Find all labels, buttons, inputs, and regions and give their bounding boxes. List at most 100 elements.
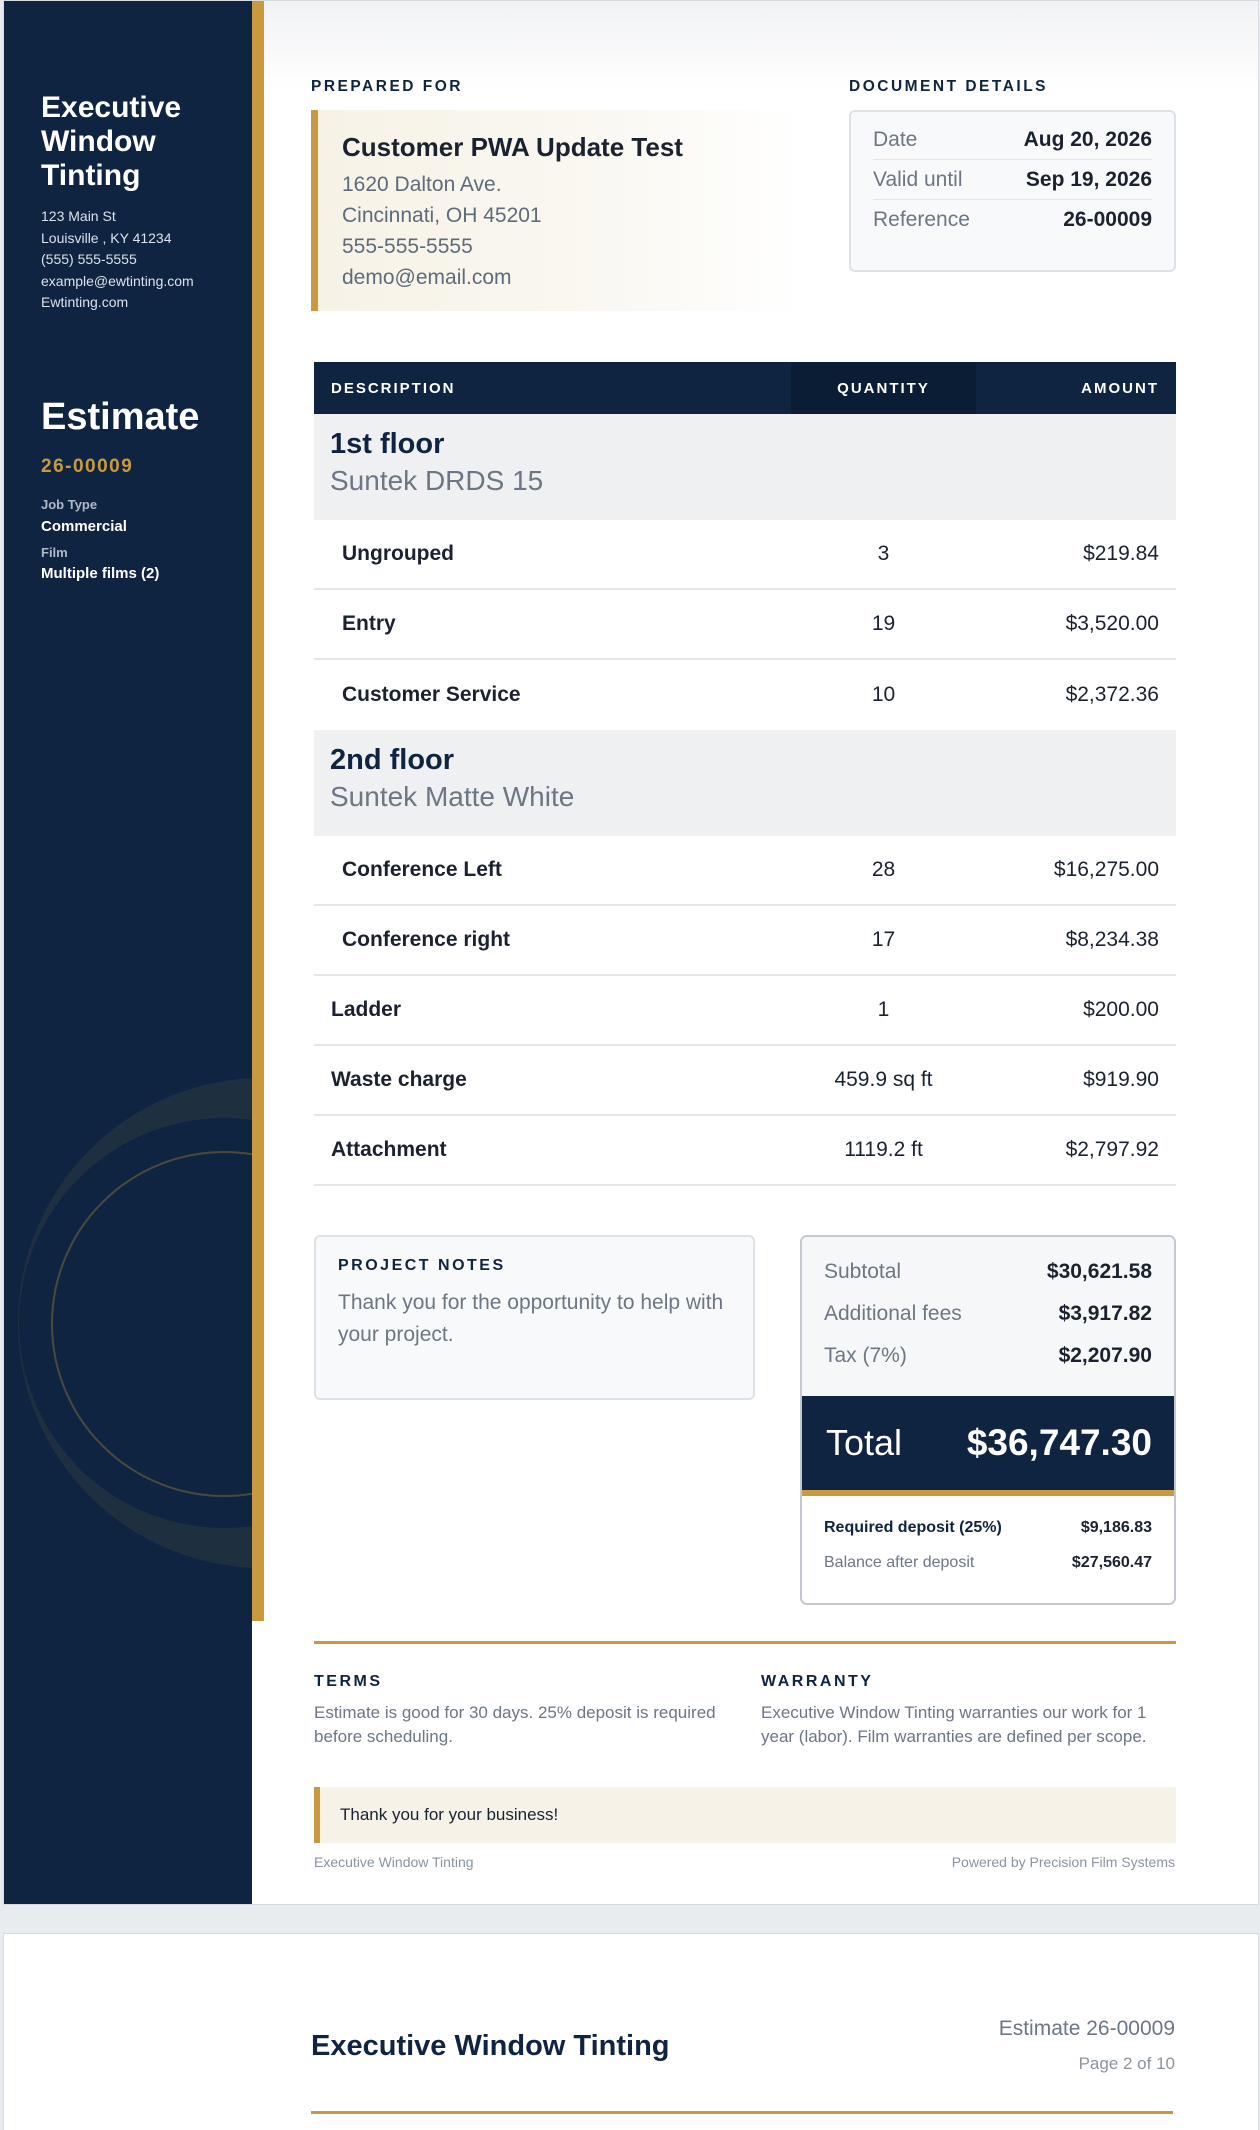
document-type: Estimate	[41, 396, 200, 438]
table-row: Customer Service 10 $2,372.36	[314, 660, 1176, 730]
item-quantity: 1	[877, 998, 890, 1021]
item-amount: $3,520.00	[1065, 612, 1159, 635]
fees-label: Additional fees	[824, 1302, 962, 1325]
group-title: 1st floor	[330, 428, 445, 460]
item-description: Ungrouped	[342, 542, 454, 565]
table-row: Conference Left 28 $16,275.00	[314, 836, 1176, 906]
subtotal-value: $30,621.58	[1046, 1260, 1152, 1283]
film-label: Film	[41, 545, 68, 560]
estimate-page-1: Executive Window Tinting 123 Main St Lou…	[3, 0, 1259, 1905]
group-row-1st-floor: 1st floor Suntek DRDS 15	[314, 414, 1176, 520]
terms-divider	[314, 1641, 1176, 1644]
company-email: example@ewtinting.com	[41, 272, 194, 289]
line-items-table: DESCRIPTION QUANTITY AMOUNT 1st floor Su…	[314, 362, 1176, 1186]
page2-company-title: Executive Window Tinting	[311, 2030, 670, 2062]
item-amount: $200.00	[1083, 998, 1159, 1021]
item-amount: $16,275.00	[1053, 858, 1159, 881]
company-name: Executive Window Tinting	[41, 91, 182, 192]
footer-powered-by: Powered by Precision Film Systems	[951, 1854, 1175, 1870]
item-amount: $8,234.38	[1065, 928, 1159, 951]
sidebar-accent-bar	[252, 1, 264, 1621]
detail-row-valid-until: Valid until Sep 19, 2026	[873, 160, 1152, 200]
customer-address: 1620 Dalton Ave.	[342, 173, 502, 196]
totals-card: Subtotal $30,621.58 Additional fees $3,9…	[800, 1235, 1176, 1605]
item-description: Entry	[342, 612, 396, 635]
balance-row: Balance after deposit $27,560.47	[824, 1545, 1152, 1580]
customer-city: Cincinnati, OH 45201	[342, 204, 542, 227]
tax-label: Tax (7%)	[824, 1344, 907, 1367]
table-row: Entry 19 $3,520.00	[314, 590, 1176, 660]
page2-header-rule	[311, 2111, 1173, 2114]
balance-value: $27,560.47	[1071, 1553, 1152, 1571]
item-description: Waste charge	[331, 1068, 467, 1091]
estimate-page-2: Executive Window Tinting Estimate 26-000…	[3, 1933, 1259, 2130]
document-details-label: DOCUMENT DETAILS	[849, 78, 1049, 95]
header-description: DESCRIPTION	[331, 379, 456, 397]
item-quantity: 1119.2 ft	[844, 1138, 923, 1161]
subtotal-row: Subtotal $30,621.58	[824, 1251, 1152, 1293]
project-notes-text: Thank you for the opportunity to help wi…	[338, 1291, 724, 1346]
deposit-section: Required deposit (25%) $9,186.83 Balance…	[802, 1496, 1174, 1580]
sidebar: Executive Window Tinting 123 Main St Lou…	[4, 1, 252, 1904]
customer-email: demo@email.com	[342, 266, 512, 289]
thank-you-banner: Thank you for your business!	[314, 1787, 1176, 1843]
deposit-label: Required deposit (25%)	[824, 1518, 1002, 1536]
footer-company: Executive Window Tinting	[314, 1854, 474, 1870]
tax-row: Tax (7%) $2,207.90	[824, 1335, 1152, 1377]
subtotal-label: Subtotal	[824, 1260, 902, 1283]
film-value: Multiple films (2)	[41, 565, 160, 582]
total-value: $36,747.30	[966, 1422, 1152, 1463]
company-city: Louisville , KY 41234	[41, 229, 172, 246]
item-quantity: 17	[871, 928, 896, 951]
item-quantity: 10	[871, 683, 896, 706]
item-quantity: 28	[871, 858, 896, 881]
customer-phone: 555-555-5555	[342, 235, 473, 258]
item-description: Customer Service	[342, 683, 521, 706]
detail-value: Aug 20, 2026	[1023, 127, 1152, 151]
warranty-text: Executive Window Tinting warranties our …	[761, 1703, 1147, 1746]
deposit-row: Required deposit (25%) $9,186.83	[824, 1510, 1152, 1545]
detail-label: Date	[873, 127, 918, 151]
group-title: 2nd floor	[330, 744, 455, 776]
item-quantity: 19	[871, 612, 896, 635]
detail-row-reference: Reference 26-00009	[873, 200, 1152, 240]
header-quantity: QUANTITY	[837, 379, 930, 397]
header-amount: AMOUNT	[1081, 379, 1159, 397]
table-row: Ungrouped 3 $219.84	[314, 520, 1176, 590]
company-info: 123 Main St Louisville , KY 41234 (555) …	[41, 206, 194, 314]
item-amount: $2,797.92	[1065, 1138, 1159, 1161]
table-row: Conference right 17 $8,234.38	[314, 906, 1176, 976]
fees-row: Additional fees $3,917.82	[824, 1293, 1152, 1335]
group-row-2nd-floor: 2nd floor Suntek Matte White	[314, 730, 1176, 836]
prepared-for-card: Customer PWA Update Test 1620 Dalton Ave…	[311, 110, 805, 311]
customer-name: Customer PWA Update Test	[342, 132, 683, 162]
item-quantity: 459.9 sq ft	[834, 1068, 933, 1091]
job-type-label: Job Type	[41, 497, 98, 512]
detail-value: Sep 19, 2026	[1025, 167, 1152, 191]
page2-estimate-number: Estimate 26-00009	[998, 2017, 1175, 2040]
document-details-card: Date Aug 20, 2026 Valid until Sep 19, 20…	[849, 110, 1176, 272]
deposit-value: $9,186.83	[1080, 1518, 1152, 1536]
item-description: Ladder	[331, 998, 402, 1021]
table-row: Waste charge 459.9 sq ft $919.90	[314, 1046, 1176, 1116]
page2-page-number: Page 2 of 10	[1078, 2054, 1175, 2073]
item-amount: $919.90	[1083, 1068, 1159, 1091]
job-type-value: Commercial	[41, 518, 127, 535]
company-website: Ewtinting.com	[41, 294, 129, 310]
item-description: Conference Left	[342, 858, 502, 881]
detail-row-date: Date Aug 20, 2026	[873, 120, 1152, 160]
project-notes-label: PROJECT NOTES	[338, 1257, 506, 1274]
item-quantity: 3	[877, 542, 890, 565]
terms-text: Estimate is good for 30 days. 25% deposi…	[314, 1703, 716, 1746]
item-description: Attachment	[331, 1138, 447, 1161]
grand-total-bar: Total $36,747.30	[802, 1396, 1174, 1496]
totals-breakdown: Subtotal $30,621.58 Additional fees $3,9…	[802, 1237, 1174, 1396]
item-amount: $2,372.36	[1065, 683, 1159, 706]
group-film: Suntek DRDS 15	[330, 465, 544, 496]
prepared-for-label: PREPARED FOR	[311, 78, 464, 95]
company-phone: (555) 555-5555	[41, 251, 137, 267]
item-amount: $219.84	[1083, 542, 1159, 565]
detail-value: 26-00009	[1063, 208, 1152, 231]
company-address: 123 Main St	[41, 208, 116, 224]
project-notes-card: PROJECT NOTES Thank you for the opportun…	[314, 1235, 755, 1400]
